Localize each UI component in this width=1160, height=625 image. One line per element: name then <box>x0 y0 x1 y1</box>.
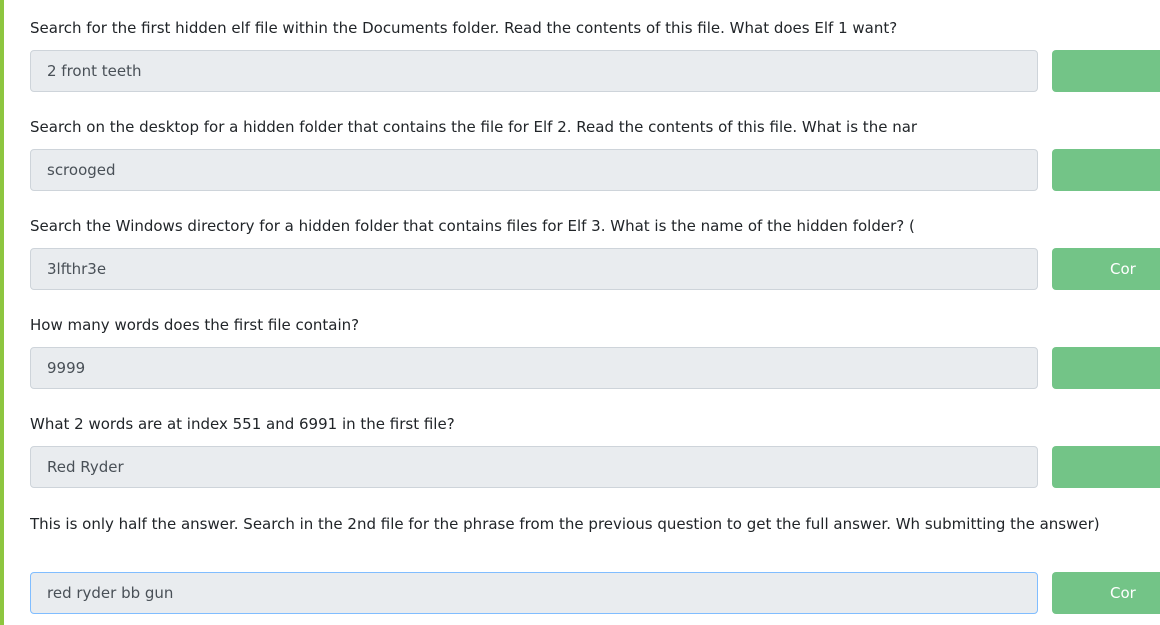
question-1-answer-input[interactable]: 2 front teeth <box>30 50 1038 92</box>
question-5-answer-input[interactable]: Red Ryder <box>30 446 1038 488</box>
question-5-submit-button[interactable] <box>1052 446 1160 488</box>
question-1-answer-row: 2 front teeth <box>30 50 1160 92</box>
question-4-submit-button[interactable] <box>1052 347 1160 389</box>
question-4-text: How many words does the first file conta… <box>30 316 360 334</box>
question-2-text: Search on the desktop for a hidden folde… <box>30 118 918 136</box>
question-4-answer-row: 9999 <box>30 347 1160 389</box>
question-4-answer-input[interactable]: 9999 <box>30 347 1038 389</box>
question-6-submit-button[interactable]: Cor <box>1052 572 1160 614</box>
question-6-text: This is only half the answer. Search in … <box>30 515 1100 533</box>
question-list: Search for the first hidden elf file wit… <box>30 0 1160 625</box>
question-5-answer-row: Red Ryder <box>30 446 1160 488</box>
question-2-submit-button[interactable] <box>1052 149 1160 191</box>
question-1-text: Search for the first hidden elf file wit… <box>30 19 898 37</box>
question-2-answer-input[interactable]: scrooged <box>30 149 1038 191</box>
question-3-text: Search the Windows directory for a hidde… <box>30 217 915 235</box>
question-6-answer-row: red ryder bb gun Cor <box>30 572 1160 614</box>
question-3-answer-input[interactable]: 3lfthr3e <box>30 248 1038 290</box>
question-5-text: What 2 words are at index 551 and 6991 i… <box>30 415 455 433</box>
question-3-submit-button[interactable]: Cor <box>1052 248 1160 290</box>
left-accent-bar <box>0 0 4 625</box>
question-1-submit-button[interactable] <box>1052 50 1160 92</box>
question-6-answer-input[interactable]: red ryder bb gun <box>30 572 1038 614</box>
question-3-answer-row: 3lfthr3e Cor <box>30 248 1160 290</box>
question-2-answer-row: scrooged <box>30 149 1160 191</box>
